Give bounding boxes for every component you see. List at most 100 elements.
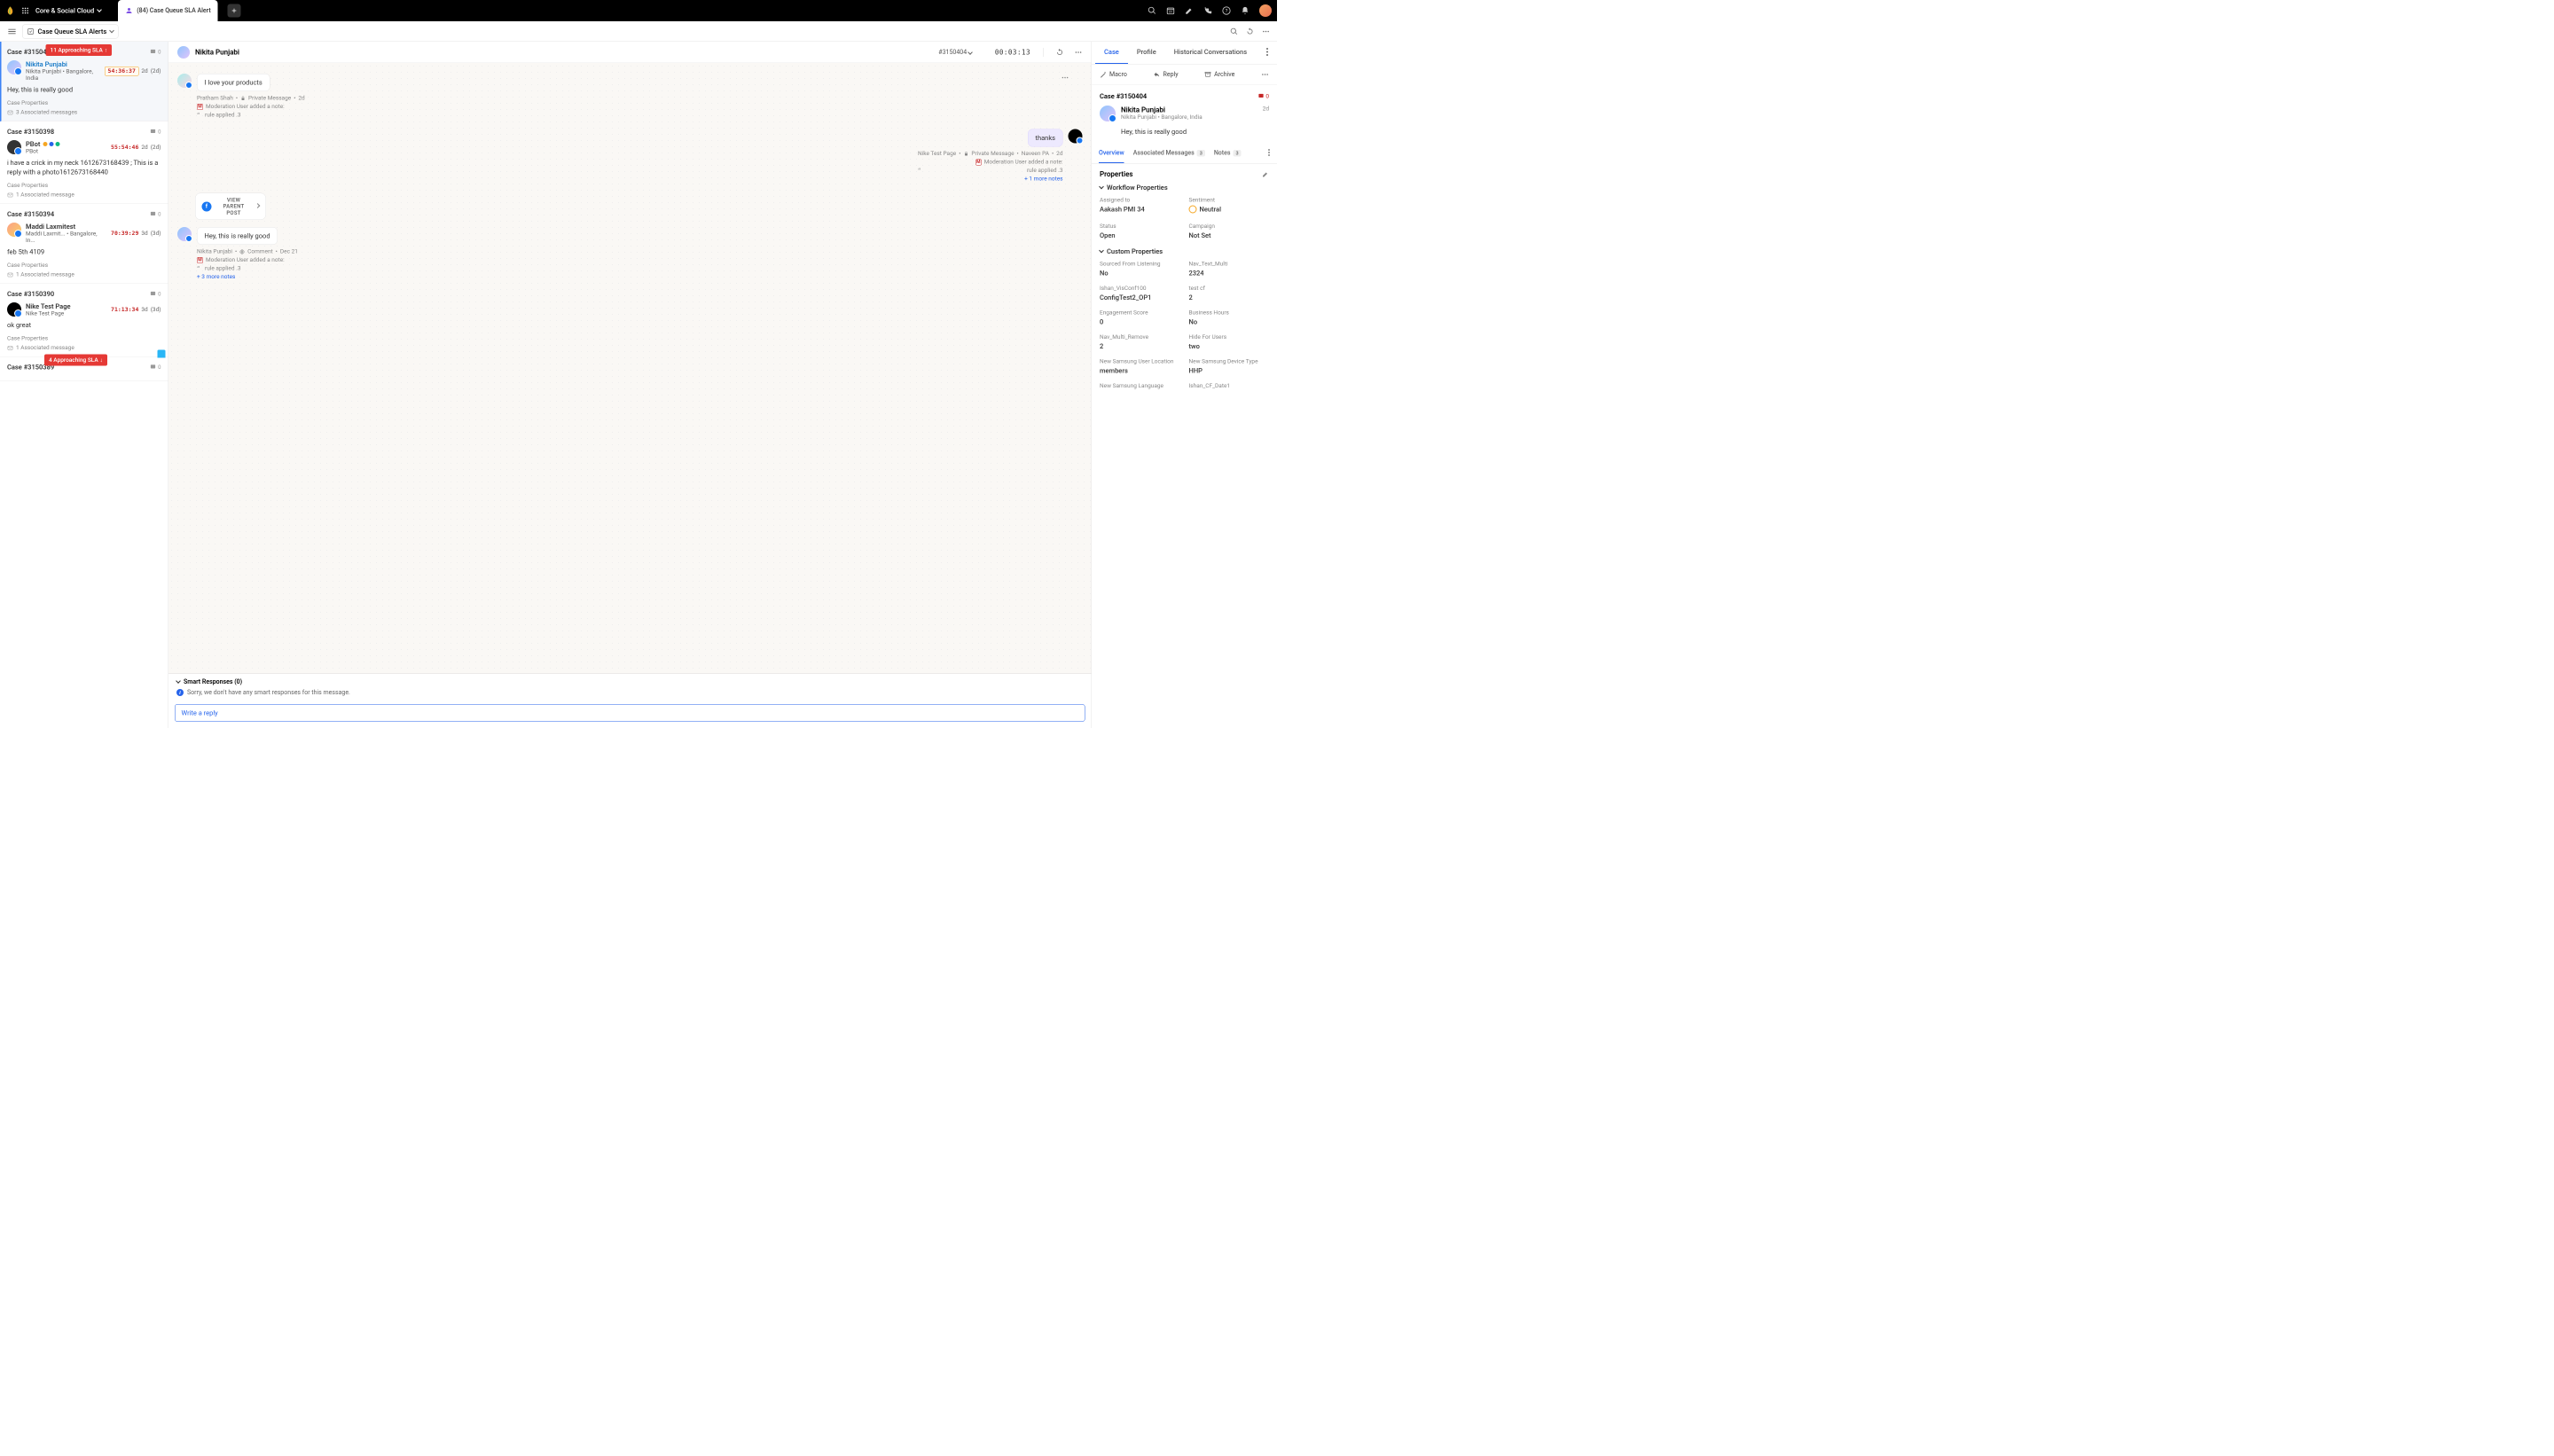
add-tab-button[interactable]: [228, 4, 241, 18]
case-list-item[interactable]: 4 Approaching SLA ↓ Case #3150389 0: [0, 357, 168, 382]
case-timer: 70:39:29 3d (3d): [111, 223, 161, 244]
associated-messages-link[interactable]: 1 Associated message: [7, 192, 161, 199]
edit-icon[interactable]: [1262, 170, 1269, 177]
contact-subtitle: Nikita Punjabi • Bangalore, India: [1121, 114, 1203, 121]
subtab-overview[interactable]: Overview: [1099, 144, 1124, 163]
case-id-dropdown[interactable]: #3150404: [938, 49, 972, 56]
queue-header: Case Queue SLA Alerts: [0, 21, 1277, 42]
case-summary: Case #3150404 0 Nikita Punjabi Nikita Pu…: [1092, 85, 1277, 144]
queue-selector[interactable]: Case Queue SLA Alerts: [22, 24, 119, 38]
chevron-down-icon: [97, 7, 102, 12]
sla-alert-pill[interactable]: 11 Approaching SLA ↑: [46, 44, 113, 56]
scroll-arrow-icon[interactable]: [158, 350, 166, 358]
info-icon: i: [176, 689, 184, 696]
case-preview: Hey, this is really good: [7, 85, 161, 95]
conversation-panel: Nikita Punjabi #3150404 00:03:13 I love …: [168, 42, 1092, 728]
group-toggle[interactable]: Custom Properties: [1100, 247, 1269, 255]
case-subtitle: PBot: [26, 148, 106, 155]
refresh-icon[interactable]: [1056, 48, 1064, 56]
smart-responses-toggle[interactable]: Smart Responses (0): [176, 678, 1084, 685]
associated-messages-link[interactable]: 1 Associated message: [7, 345, 161, 352]
associated-messages-link[interactable]: 3 Associated messages: [7, 109, 161, 116]
property: test cf2: [1189, 286, 1270, 302]
contact-name[interactable]: Nikita Punjabi: [1121, 106, 1203, 114]
custom-properties-group: Custom Properties Sourced From Listening…: [1100, 247, 1269, 391]
svg-text:?: ?: [1226, 9, 1228, 14]
reply-input[interactable]: Write a reply: [175, 704, 1085, 722]
property: New Samsung Device TypeHHP: [1189, 358, 1270, 375]
edit-icon[interactable]: [1185, 6, 1194, 15]
user-avatar[interactable]: [1259, 4, 1272, 17]
contact-name[interactable]: Nikita Punjabi: [195, 48, 239, 57]
message: I love your products Pratham Shah • Priv…: [177, 74, 1083, 119]
subtabs-more-icon[interactable]: [1268, 144, 1270, 163]
calendar-icon[interactable]: 09: [1166, 6, 1175, 15]
properties-section: Properties Workflow Properties Assigned …: [1092, 164, 1277, 406]
tab-case[interactable]: Case: [1095, 42, 1128, 64]
macro-action[interactable]: Macro: [1100, 71, 1127, 78]
refresh-icon[interactable]: [1246, 27, 1254, 35]
property: Ishan_VisConf100ConfigTest2_OP1: [1100, 286, 1180, 302]
message: Hey, this is really good Nikita Punjabi …: [177, 227, 1083, 280]
tab-profile[interactable]: Profile: [1128, 42, 1165, 64]
case-properties-link[interactable]: Case Properties: [7, 262, 161, 270]
workspace-selector[interactable]: Core & Social Cloud: [35, 7, 101, 15]
case-list-item[interactable]: Case #3150398 0 PBot PBot 55:54:46 2d (2…: [0, 121, 168, 204]
case-properties-link[interactable]: Case Properties: [7, 183, 161, 190]
subtab-notes[interactable]: Notes3: [1214, 144, 1242, 163]
arrow-down-icon: ↓: [100, 356, 103, 364]
more-icon[interactable]: [1262, 27, 1270, 35]
more-notes-link[interactable]: + 3 more notes: [197, 274, 235, 281]
message-more-icon[interactable]: [1062, 74, 1069, 82]
reply-action[interactable]: Reply: [1154, 71, 1179, 78]
sla-alert-pill-bottom[interactable]: 4 Approaching SLA ↓: [44, 355, 107, 366]
case-author[interactable]: Maddi Laxmitest: [26, 223, 106, 231]
moderation-note: MModeration User added a note:: [197, 104, 305, 111]
property: Hide For Userstwo: [1189, 334, 1270, 351]
phone-icon[interactable]: [1203, 6, 1212, 15]
envelope-icon: [7, 345, 13, 351]
more-icon[interactable]: [1075, 48, 1083, 56]
subtab-associated[interactable]: Associated Messages3: [1133, 144, 1205, 163]
case-author[interactable]: PBot: [26, 140, 106, 148]
more-icon[interactable]: [1261, 71, 1269, 79]
app-switcher-icon[interactable]: [21, 7, 29, 15]
archive-action[interactable]: Archive: [1204, 71, 1234, 78]
associated-messages-link[interactable]: 1 Associated message: [7, 271, 161, 278]
case-list-item[interactable]: Case #3150394 0 Maddi Laxmitest Maddi La…: [0, 204, 168, 284]
case-subtitle: Maddi Laxmit... • Bangalore, In...: [26, 231, 106, 244]
case-properties-link[interactable]: Case Properties: [7, 100, 161, 107]
message-bubble[interactable]: Hey, this is really good: [197, 227, 278, 245]
case-properties-link[interactable]: Case Properties: [7, 335, 161, 342]
message-meta: Pratham Shah • Private Message • 2d: [197, 95, 305, 102]
tabs-more-icon[interactable]: [1261, 42, 1273, 64]
more-notes-link[interactable]: + 1 more notes: [1024, 176, 1062, 183]
case-alert-count: 0: [150, 291, 161, 297]
case-author[interactable]: Nike Test Page: [26, 302, 106, 310]
bell-icon[interactable]: [1241, 6, 1250, 15]
message-bubble[interactable]: I love your products: [197, 74, 270, 91]
conversation-thread: I love your products Pratham Shah • Priv…: [168, 63, 1092, 674]
hamburger-icon[interactable]: [7, 27, 17, 36]
quick-actions: Macro Reply Archive: [1092, 65, 1277, 86]
case-subtabs: Overview Associated Messages3 Notes3: [1092, 144, 1277, 164]
case-author[interactable]: Nikita Punjabi: [26, 60, 100, 68]
case-list-item[interactable]: 11 Approaching SLA ↑ Case #3150404 0 Nik…: [0, 42, 168, 121]
search-icon[interactable]: [1230, 27, 1238, 35]
case-list: 11 Approaching SLA ↑ Case #3150404 0 Nik…: [0, 42, 168, 728]
help-icon[interactable]: ?: [1222, 6, 1231, 15]
group-toggle[interactable]: Workflow Properties: [1100, 184, 1269, 192]
note-quote: rule applied .3: [197, 265, 298, 272]
view-parent-post-button[interactable]: f VIEW PARENT POST: [195, 193, 266, 221]
case-id: Case #3150404: [1100, 92, 1147, 100]
case-id: Case #3150398: [7, 128, 54, 136]
case-list-item[interactable]: Case #3150390 0 Nike Test Page Nike Test…: [0, 284, 168, 357]
message-avatar: [177, 227, 192, 241]
smart-responses-panel: Smart Responses (0) i Sorry, we don't ha…: [168, 674, 1092, 701]
message-bubble[interactable]: thanks: [1028, 129, 1062, 147]
search-icon[interactable]: [1148, 6, 1156, 15]
chevron-right-icon: [255, 203, 261, 208]
active-tab[interactable]: (84) Case Queue SLA Alert: [118, 0, 217, 21]
tab-history[interactable]: Historical Conversations: [1165, 42, 1256, 64]
case-timer: 71:13:34 3d (3d): [111, 302, 161, 317]
